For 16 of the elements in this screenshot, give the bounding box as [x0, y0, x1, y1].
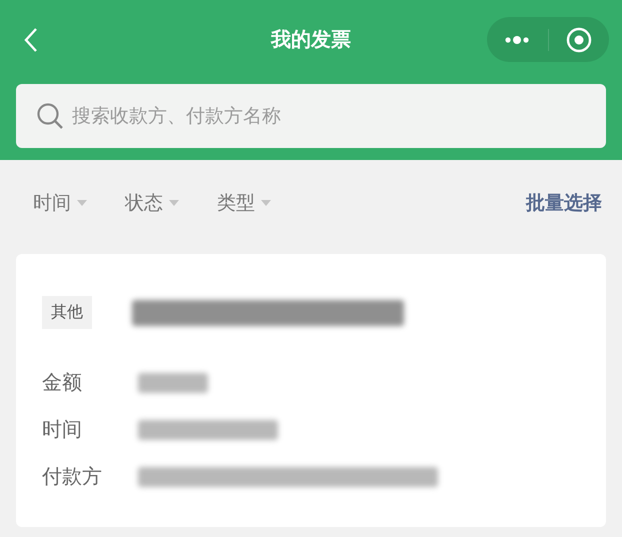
category-tag: 其他	[42, 296, 92, 329]
filter-dropdown[interactable]: 状态	[125, 190, 179, 216]
blurred-text	[138, 372, 208, 392]
caret-icon	[261, 200, 271, 206]
batch-select-link[interactable]: 批量选择	[526, 190, 602, 216]
field-label: 付款方	[42, 463, 103, 490]
invoice-card[interactable]: 其他 金额 时间 付款方	[16, 254, 606, 527]
caret-icon	[169, 200, 179, 206]
field-label: 金额	[42, 369, 83, 396]
page-title: 我的发票	[271, 27, 351, 51]
filter-dropdown[interactable]: 时间	[33, 190, 87, 216]
search-field[interactable]: 搜索收款方、付款方名称	[16, 84, 606, 148]
more-icon[interactable]	[504, 34, 530, 44]
field-label: 时间	[42, 416, 83, 443]
filter-dropdown[interactable]: 类型	[217, 190, 271, 216]
caret-icon	[77, 200, 87, 206]
